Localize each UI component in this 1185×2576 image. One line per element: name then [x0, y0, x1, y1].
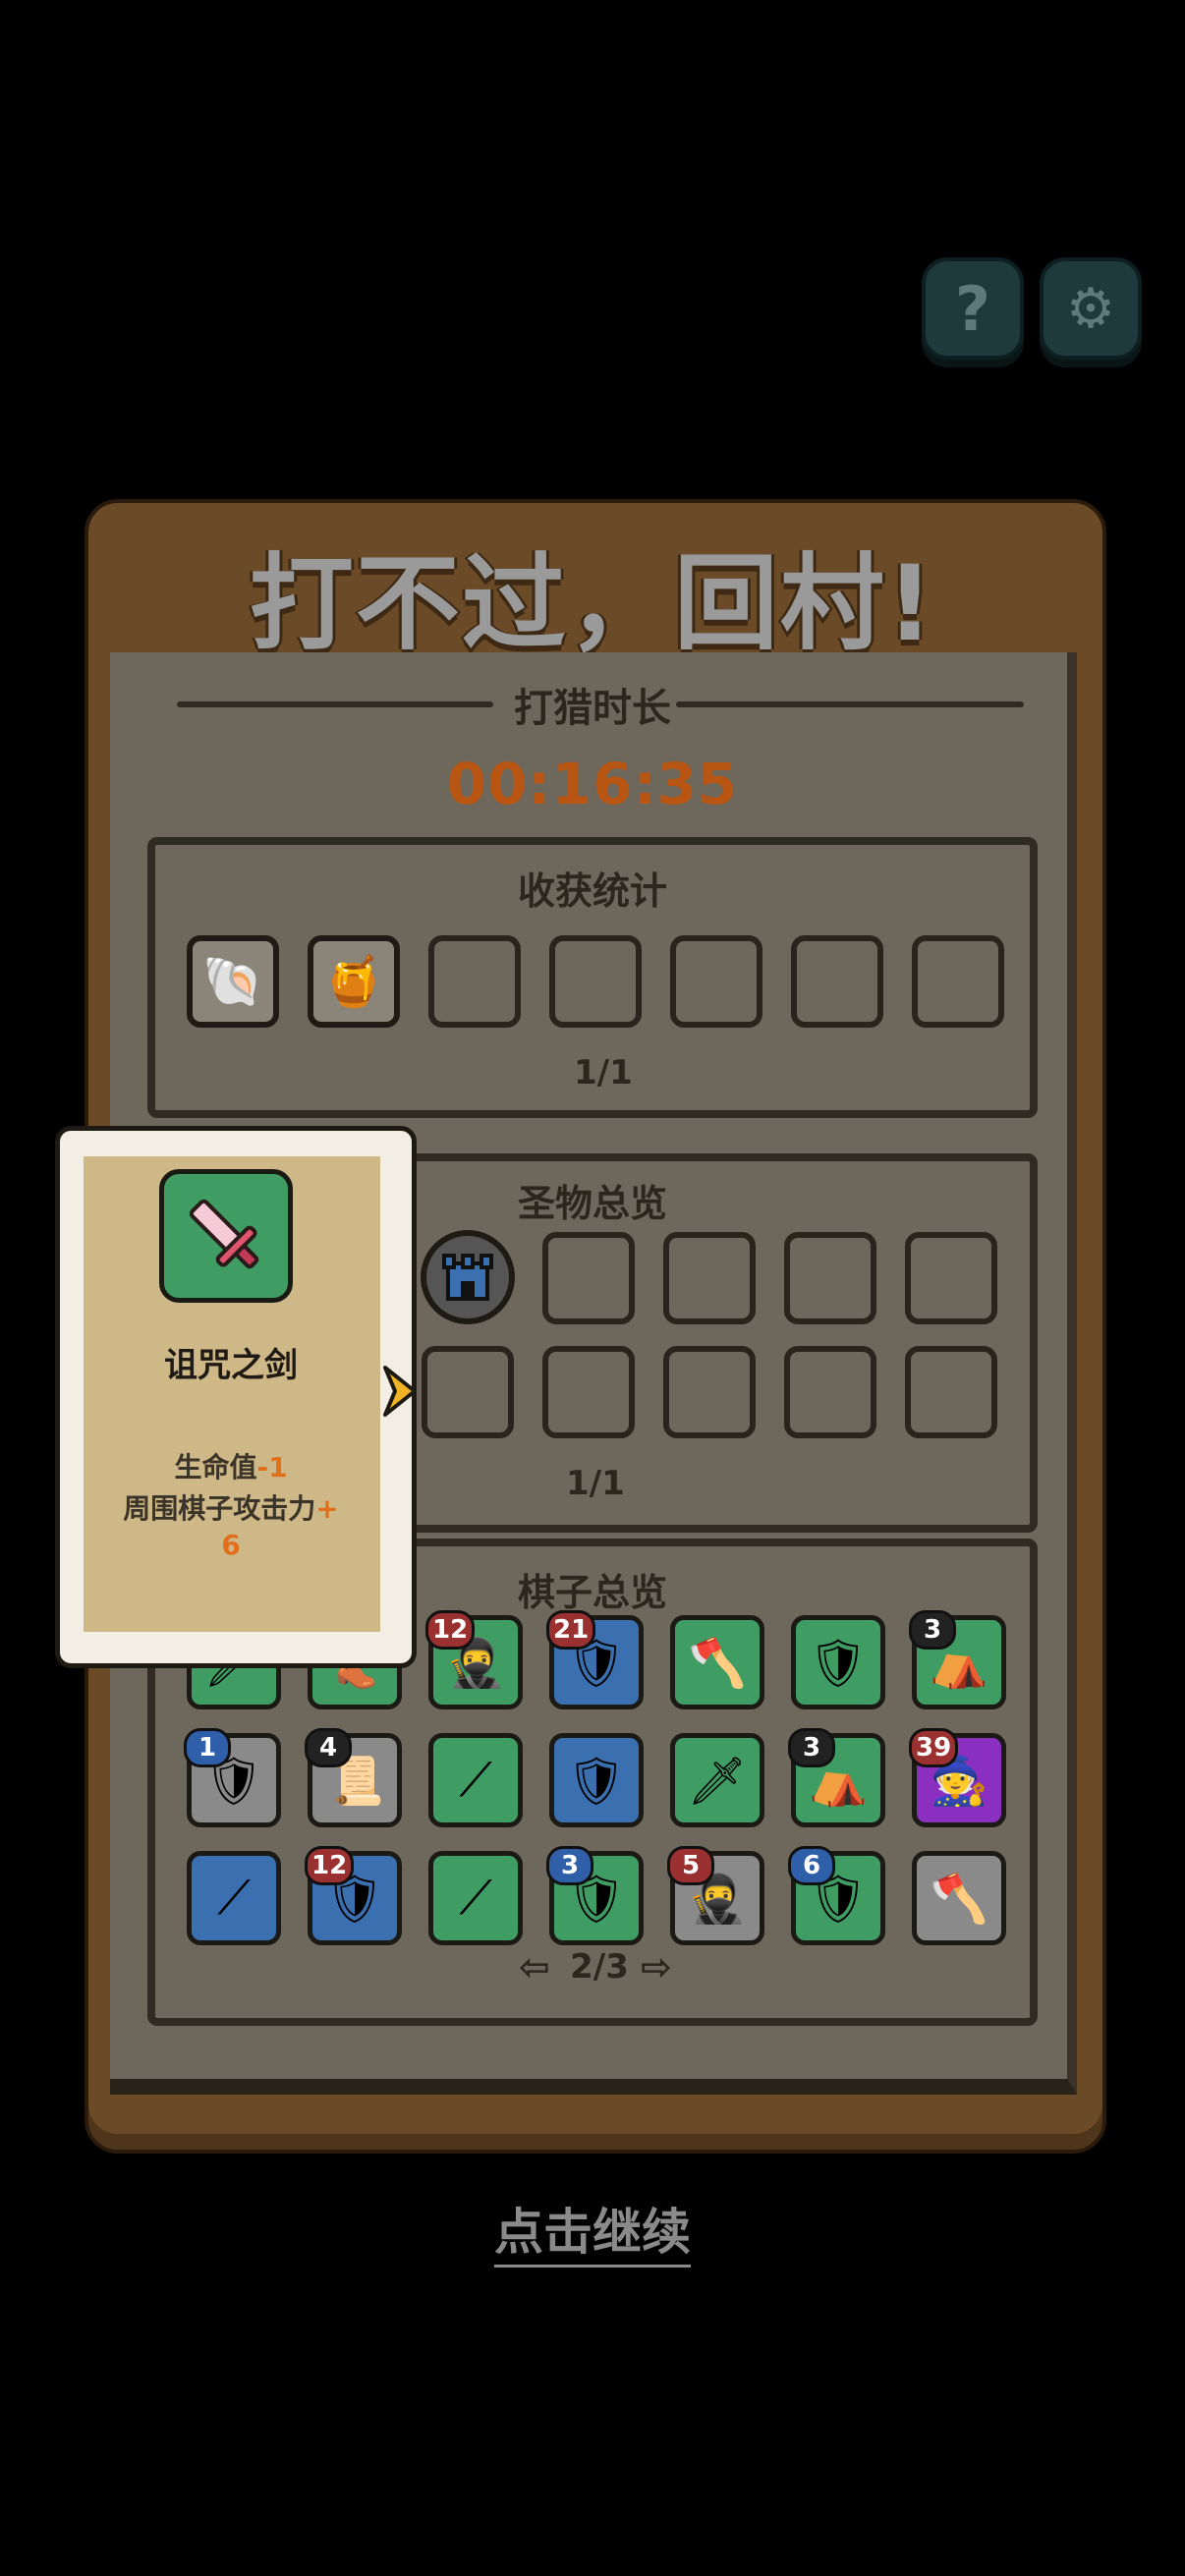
continue-label: 点击继续: [494, 2204, 691, 2268]
piece-card[interactable]: 🛡 3: [546, 1846, 644, 1945]
relic-slot[interactable]: [422, 1346, 514, 1438]
tooltip-stat-hp-label: 生命值: [174, 1451, 257, 1484]
piece-card[interactable]: 🛡: [549, 1733, 644, 1827]
cursed-sword-icon: [159, 1169, 293, 1303]
next-page-arrow-icon[interactable]: ⇨: [641, 1945, 672, 1988]
piece-card[interactable]: 🛡 21: [546, 1610, 644, 1709]
piece-card[interactable]: 🛡 12: [305, 1846, 402, 1945]
harvest-slot[interactable]: 🍯: [308, 935, 400, 1028]
piece-card[interactable]: ⛺ 3: [909, 1610, 1006, 1709]
piece-count-badge: 1: [184, 1728, 231, 1767]
tap-to-continue[interactable]: 点击继续: [0, 2193, 1185, 2268]
piece-card[interactable]: 🪓: [912, 1851, 1006, 1945]
piece-card[interactable]: 🛡 6: [788, 1846, 885, 1945]
piece-card[interactable]: 📜 4: [305, 1728, 402, 1827]
relic-slot[interactable]: [663, 1346, 756, 1438]
relic-slot[interactable]: [663, 1232, 756, 1324]
harvest-slot[interactable]: 🐚: [187, 935, 279, 1028]
relic-slot[interactable]: [905, 1346, 997, 1438]
shell-icon: 🐚: [201, 952, 264, 1010]
piece-count-badge: 3: [546, 1846, 593, 1885]
spear-icon: ⟋: [217, 1870, 251, 1926]
piece-card[interactable]: 🗡: [670, 1733, 764, 1827]
sword-icon: 🗡: [687, 1753, 748, 1809]
piece-count-badge: 6: [788, 1846, 835, 1885]
relic-slot[interactable]: [784, 1232, 876, 1324]
harvest-slot[interactable]: [791, 935, 883, 1028]
piece-count-badge: 3: [788, 1728, 835, 1767]
question-icon: ?: [955, 272, 990, 345]
piece-count-badge: 12: [425, 1610, 476, 1650]
tooltip-stat-atk-value: 6: [221, 1529, 241, 1561]
harvest-title: 收获统计: [517, 869, 667, 913]
piece-count-badge: 5: [667, 1846, 714, 1885]
tooltip-stat-hp-value: -1: [256, 1451, 288, 1484]
relic-slot[interactable]: [784, 1346, 876, 1438]
piece-card[interactable]: 🛡 1: [184, 1728, 281, 1827]
tooltip-item-name: 诅咒之剑: [164, 1346, 298, 1385]
piece-card[interactable]: 🥷 5: [667, 1846, 764, 1945]
axe-icon: 🪓: [930, 1871, 988, 1927]
hunt-duration-label: 打猎时长: [514, 686, 671, 731]
shield-icon: 🛡: [808, 1635, 869, 1691]
axe-icon: 🪓: [688, 1635, 747, 1691]
piece-card[interactable]: 🛡: [791, 1615, 885, 1709]
harvest-count: 1/1: [574, 1053, 633, 1092]
piece-card[interactable]: 🧙 39: [909, 1728, 1006, 1827]
relic-slot[interactable]: [542, 1346, 635, 1438]
piece-count-badge: 3: [909, 1610, 956, 1650]
tooltip-pointer-icon: [383, 1366, 417, 1417]
harvest-slot[interactable]: [428, 935, 521, 1028]
piece-card[interactable]: ⟋: [187, 1851, 281, 1945]
gear-icon: ⚙: [1065, 276, 1116, 341]
piece-count-badge: 39: [909, 1728, 959, 1767]
shield-icon: 🛡: [566, 1753, 627, 1809]
castle-icon[interactable]: [421, 1230, 515, 1324]
piece-count-badge: 21: [546, 1610, 596, 1650]
relic-count: 1/1: [566, 1464, 625, 1503]
piece-card[interactable]: ⛺ 3: [788, 1728, 885, 1827]
tooltip-stat-atk-sign: +: [315, 1492, 339, 1525]
piece-card[interactable]: 🥷 12: [425, 1610, 523, 1709]
result-title: 打不过，回村!: [249, 543, 936, 664]
piece-card[interactable]: 🪓: [670, 1615, 764, 1709]
relic-slot[interactable]: [905, 1232, 997, 1324]
piece-count-badge: 4: [305, 1728, 352, 1767]
honey-jar-icon: 🍯: [322, 952, 385, 1010]
relic-slot[interactable]: [542, 1232, 635, 1324]
piece-count-badge: 12: [305, 1846, 355, 1885]
harvest-slot[interactable]: [549, 935, 642, 1028]
spear-icon: ⟋: [459, 1752, 492, 1808]
harvest-slot[interactable]: [670, 935, 762, 1028]
hunt-duration-value: 00:16:35: [446, 751, 739, 817]
help-button[interactable]: ?: [922, 257, 1024, 360]
harvest-slot[interactable]: [912, 935, 1004, 1028]
spear-icon: ⟋: [459, 1870, 492, 1926]
tooltip-stat-atk-label: 周围棋子攻击力: [123, 1492, 316, 1525]
piece-card[interactable]: ⟋: [428, 1851, 523, 1945]
tooltip-stat-hp: 生命值-1: [55, 1446, 407, 1485]
settings-button[interactable]: ⚙: [1040, 257, 1142, 360]
piece-card[interactable]: ⟋: [428, 1733, 523, 1827]
tooltip-stat-atk: 周围棋子攻击力+: [55, 1487, 407, 1527]
